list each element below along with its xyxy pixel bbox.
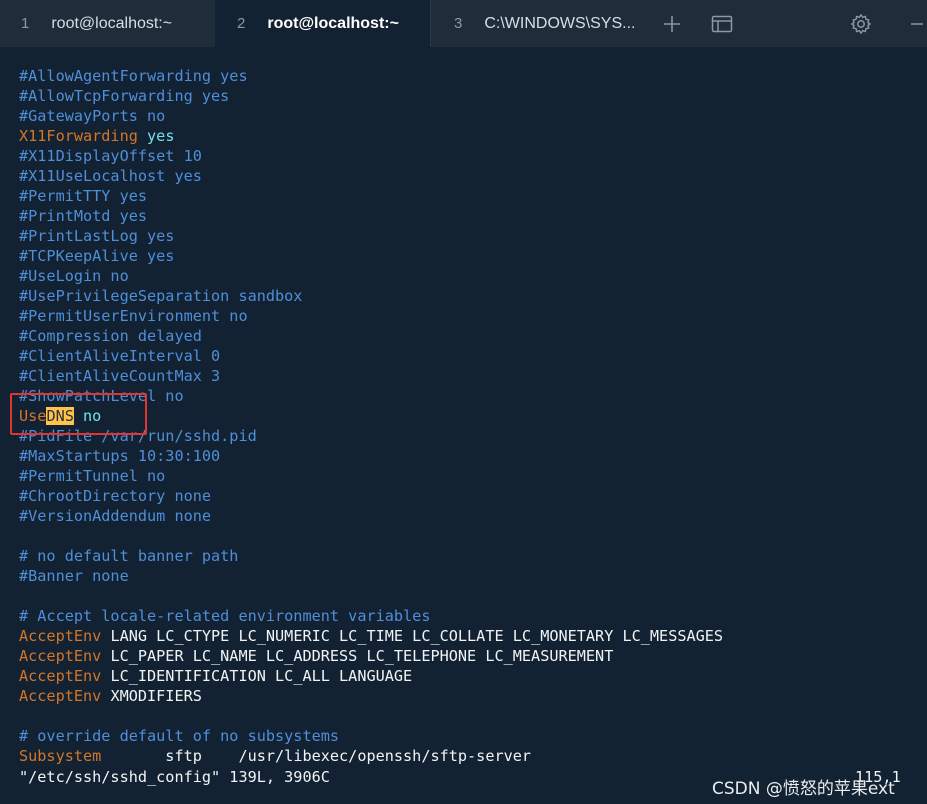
terminal-line: #PermitUserEnvironment no <box>19 306 723 326</box>
terminal-text: LC_PAPER LC_NAME LC_ADDRESS LC_TELEPHONE… <box>101 647 614 665</box>
terminal-text: Subsystem <box>19 747 102 765</box>
tab-1[interactable]: 1 root@localhost:~ <box>0 0 215 47</box>
terminal-text: #X11UseLocalhost yes <box>19 167 202 185</box>
terminal-text: AcceptEnv <box>19 687 102 705</box>
terminal-line: #VersionAddendum none <box>19 506 723 526</box>
terminal-line: #X11UseLocalhost yes <box>19 166 723 186</box>
minimize-icon <box>911 22 923 25</box>
terminal-text: sftp /usr/libexec/openssh/sftp-server <box>101 747 532 765</box>
tab-label: root@localhost:~ <box>51 14 173 32</box>
terminal-text: #Banner none <box>19 567 129 585</box>
terminal-line: #Banner none <box>19 566 723 586</box>
terminal-text: AcceptEnv <box>19 627 102 645</box>
terminal-line: #UseLogin no <box>19 266 723 286</box>
terminal-line: # no default banner path <box>19 546 723 566</box>
terminal-line: #X11DisplayOffset 10 <box>19 146 723 166</box>
terminal-line: #GatewayPorts no <box>19 106 723 126</box>
terminal-line: AcceptEnv LC_IDENTIFICATION LC_ALL LANGU… <box>19 666 723 686</box>
terminal-text: #UseLogin no <box>19 267 129 285</box>
tab-label: root@localhost:~ <box>267 14 399 32</box>
terminal-text: # override default of no subsystems <box>19 727 340 745</box>
terminal-text: # no default banner path <box>19 547 239 565</box>
plus-icon <box>664 15 680 32</box>
terminal-line: #MaxStartups 10:30:100 <box>19 446 723 466</box>
terminal-text: #PermitUserEnvironment no <box>19 307 248 325</box>
terminal-text: AcceptEnv <box>19 647 102 665</box>
terminal-line: #ClientAliveInterval 0 <box>19 346 723 366</box>
terminal-line: #PrintLastLog yes <box>19 226 723 246</box>
terminal-text: #PrintMotd yes <box>19 207 148 225</box>
terminal-text: #UsePrivilegeSeparation sandbox <box>19 287 303 305</box>
terminal-line: AcceptEnv LANG LC_CTYPE LC_NUMERIC LC_TI… <box>19 626 723 646</box>
terminal-line: Subsystem sftp /usr/libexec/openssh/sftp… <box>19 746 723 766</box>
terminal-text: #Compression delayed <box>19 327 202 345</box>
terminal-text: #AllowTcpForwarding yes <box>19 87 230 105</box>
tab-label: C:\WINDOWS\SYS... <box>484 14 635 32</box>
terminal-text: #AllowAgentForwarding yes <box>19 67 248 85</box>
terminal-line: #UsePrivilegeSeparation sandbox <box>19 286 723 306</box>
terminal-line: #ClientAliveCountMax 3 <box>19 366 723 386</box>
terminal-text: #ClientAliveInterval 0 <box>19 347 221 365</box>
gear-icon <box>851 13 871 34</box>
annotation-highlight-box <box>10 393 147 435</box>
window-panes-icon <box>711 15 733 32</box>
vim-status-line: "/etc/ssh/sshd_config" 139L, 3906C <box>19 768 330 786</box>
terminal-text: XMODIFIERS <box>101 687 202 705</box>
tab-number: 1 <box>21 15 30 32</box>
terminal-text: LC_IDENTIFICATION LC_ALL LANGUAGE <box>101 667 413 685</box>
terminal-text: #VersionAddendum none <box>19 507 212 525</box>
tab-3[interactable]: 3 C:\WINDOWS\SYS... <box>430 0 635 47</box>
terminal-text: #GatewayPorts no <box>19 107 166 125</box>
tab-2-active[interactable]: 2 root@localhost:~ <box>215 0 430 47</box>
terminal-text: #X11DisplayOffset 10 <box>19 147 202 165</box>
terminal-line: AcceptEnv LC_PAPER LC_NAME LC_ADDRESS LC… <box>19 646 723 666</box>
terminal-line: #AllowAgentForwarding yes <box>19 66 723 86</box>
terminal-line: #PermitTTY yes <box>19 186 723 206</box>
settings-button[interactable] <box>843 0 879 47</box>
terminal-text: LANG LC_CTYPE LC_NUMERIC LC_TIME LC_COLL… <box>101 627 724 645</box>
terminal-line: X11Forwarding yes <box>19 126 723 146</box>
terminal-pane[interactable]: #AllowAgentForwarding yes #AllowTcpForwar… <box>0 47 927 804</box>
watermark: CSDN @愤怒的苹果ext <box>712 779 895 799</box>
split-panes-button[interactable] <box>705 0 739 47</box>
terminal-text: #PermitTTY yes <box>19 187 148 205</box>
terminal-line: #Compression delayed <box>19 326 723 346</box>
terminal-line: #PermitTunnel no <box>19 466 723 486</box>
terminal-line: #PrintMotd yes <box>19 206 723 226</box>
terminal-text: #ClientAliveCountMax 3 <box>19 367 221 385</box>
terminal-text: #MaxStartups 10:30:100 <box>19 447 221 465</box>
minimize-button[interactable] <box>905 0 927 47</box>
terminal-text: AcceptEnv <box>19 667 102 685</box>
tab-number: 3 <box>454 15 463 32</box>
terminal-text: #TCPKeepAlive yes <box>19 247 175 265</box>
terminal-text: X11Forwarding <box>19 127 138 145</box>
terminal-line: # override default of no subsystems <box>19 726 723 746</box>
terminal-line: #AllowTcpForwarding yes <box>19 86 723 106</box>
terminal-line: AcceptEnv XMODIFIERS <box>19 686 723 706</box>
terminal-line: # Accept locale-related environment vari… <box>19 606 723 626</box>
tab-number: 2 <box>237 15 246 32</box>
terminal-text: yes <box>147 127 175 145</box>
terminal-text: #ChrootDirectory none <box>19 487 212 505</box>
terminal-text: #PrintLastLog yes <box>19 227 175 245</box>
terminal-line: #TCPKeepAlive yes <box>19 246 723 266</box>
terminal-text: # Accept locale-related environment vari… <box>19 607 431 625</box>
terminal-line: #ChrootDirectory none <box>19 486 723 506</box>
tab-bar: 1 root@localhost:~ 2 root@localhost:~ 3 … <box>0 0 927 47</box>
new-tab-button[interactable] <box>655 0 689 47</box>
terminal-text: #PermitTunnel no <box>19 467 166 485</box>
